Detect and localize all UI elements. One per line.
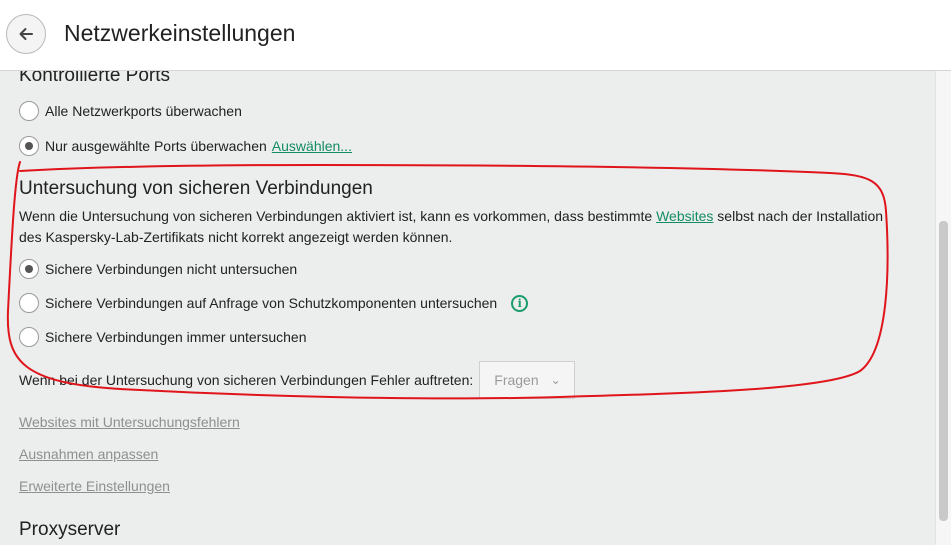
radio-label: Alle Netzwerkports überwachen bbox=[45, 103, 242, 119]
header-bar: Netzwerkeinstellungen bbox=[0, 0, 951, 71]
description-text: Wenn die Untersuchung von sicheren Verbi… bbox=[19, 208, 657, 224]
secure-section-title: Untersuchung von sicheren Verbindungen bbox=[19, 178, 373, 199]
vertical-scrollbar[interactable] bbox=[935, 71, 951, 545]
settings-content: Kontrollierte Ports Alle Netzwerkports ü… bbox=[0, 71, 935, 545]
radio-selected-ports[interactable]: Nur ausgewählte Ports überwachen Auswähl… bbox=[19, 135, 352, 157]
adjust-exclusions-link[interactable]: Ausnahmen anpassen bbox=[19, 446, 158, 462]
radio-label: Sichere Verbindungen immer untersuchen bbox=[45, 329, 307, 345]
info-icon[interactable]: i bbox=[511, 294, 529, 312]
radio-button[interactable] bbox=[19, 136, 39, 156]
select-ports-link[interactable]: Auswählen... bbox=[272, 138, 352, 154]
error-action-dropdown[interactable]: Fragen ⌄ bbox=[479, 361, 576, 399]
websites-link[interactable]: Websites bbox=[656, 208, 713, 224]
radio-label: Sichere Verbindungen nicht untersuchen bbox=[45, 261, 298, 277]
radio-button[interactable] bbox=[19, 101, 39, 121]
proxy-section-title: Proxyserver bbox=[19, 519, 121, 540]
radio-no-scan[interactable]: Sichere Verbindungen nicht untersuchen bbox=[19, 258, 297, 280]
radio-label: Nur ausgewählte Ports überwachen bbox=[45, 138, 267, 154]
sites-with-errors-link[interactable]: Websites mit Untersuchungsfehlern bbox=[19, 414, 240, 430]
error-action-label: Wenn bei der Untersuchung von sicheren V… bbox=[19, 372, 474, 388]
radio-label: Sichere Verbindungen auf Anfrage von Sch… bbox=[45, 295, 498, 311]
chevron-down-icon: ⌄ bbox=[550, 373, 561, 387]
radio-scan-always[interactable]: Sichere Verbindungen immer untersuchen bbox=[19, 326, 307, 348]
scrollbar-thumb[interactable] bbox=[939, 221, 948, 521]
advanced-settings-link[interactable]: Erweiterte Einstellungen bbox=[19, 478, 170, 494]
dropdown-value: Fragen bbox=[494, 372, 539, 388]
ports-section-title: Kontrollierte Ports bbox=[19, 71, 171, 86]
radio-button[interactable] bbox=[19, 327, 39, 347]
back-button[interactable] bbox=[6, 14, 46, 54]
radio-button[interactable] bbox=[19, 293, 39, 313]
page-title: Netzwerkeinstellungen bbox=[64, 20, 296, 46]
radio-scan-on-request[interactable]: Sichere Verbindungen auf Anfrage von Sch… bbox=[19, 292, 529, 314]
secure-section-description: Wenn die Untersuchung von sicheren Verbi… bbox=[19, 206, 899, 248]
arrow-left-icon bbox=[19, 28, 33, 40]
error-action-row: Wenn bei der Untersuchung von sicheren V… bbox=[19, 360, 576, 400]
radio-all-ports[interactable]: Alle Netzwerkports überwachen bbox=[19, 100, 242, 122]
radio-button[interactable] bbox=[19, 259, 39, 279]
